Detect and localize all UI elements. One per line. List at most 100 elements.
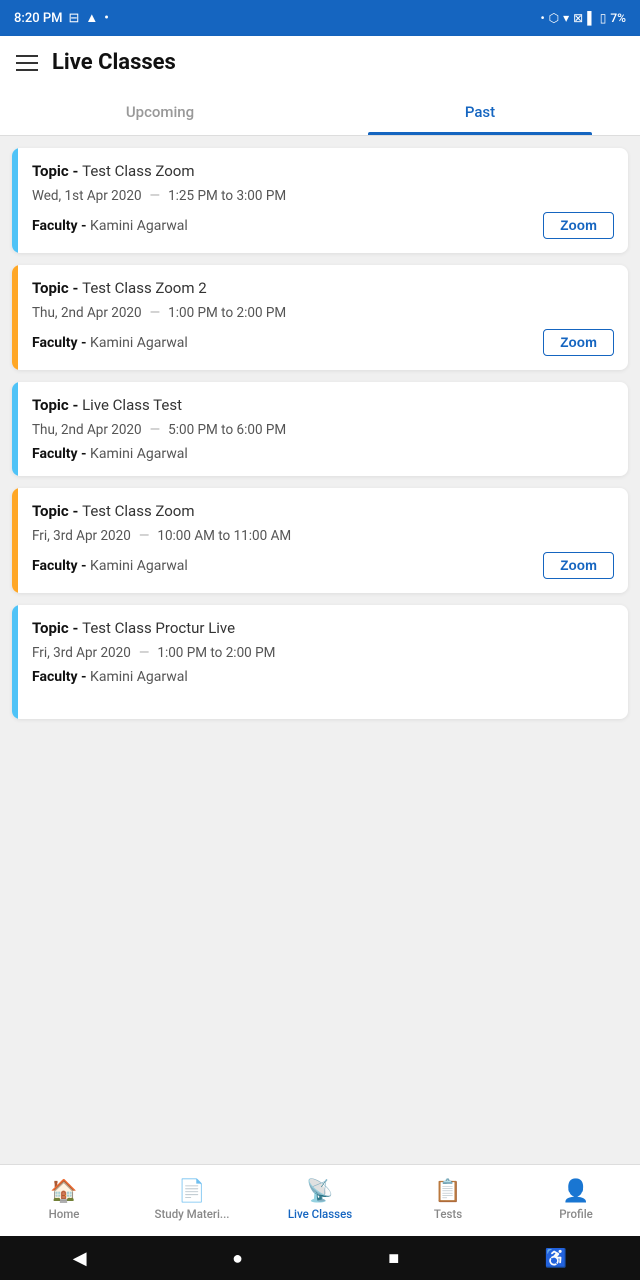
header: Live Classes — [0, 36, 640, 89]
tab-past[interactable]: Past — [320, 89, 640, 135]
topic-label: Topic - — [32, 162, 82, 180]
topic-value: Test Class Zoom — [82, 162, 194, 180]
nav-item-home[interactable]: 🏠 Home — [0, 1165, 128, 1236]
home-label: Home — [49, 1207, 80, 1221]
zoom-button[interactable]: Zoom — [543, 212, 614, 239]
live-icon: 📡 — [306, 1181, 333, 1203]
card-dash: — — [150, 422, 161, 438]
class-card-5[interactable]: Topic - Test Class Proctur Live Fri, 3rd… — [12, 605, 628, 719]
battery-percent: 7% — [610, 11, 626, 25]
battery-icon: ▯ — [600, 11, 607, 25]
home-icon: 🏠 — [50, 1181, 77, 1203]
faculty-name: Kamini Agarwal — [90, 446, 188, 462]
card-datetime: Thu, 2nd Apr 2020 — 1:00 PM to 2:00 PM — [32, 305, 614, 321]
card-datetime: Fri, 3rd Apr 2020 — 1:00 PM to 2:00 PM — [32, 645, 614, 661]
faculty-label: Faculty - — [32, 335, 90, 351]
faculty-name: Kamini Agarwal — [90, 335, 188, 351]
card-topic: Topic - Test Class Zoom — [32, 502, 614, 520]
card-body: Topic - Test Class Zoom 2 Thu, 2nd Apr 2… — [18, 265, 628, 370]
android-nav: ◀ ● ■ ♿ — [0, 1236, 640, 1280]
card-faculty-row: Faculty - Kamini Agarwal Zoom — [32, 329, 614, 356]
card-date: Wed, 1st Apr 2020 — [32, 188, 142, 204]
card-datetime: Fri, 3rd Apr 2020 — 10:00 AM to 11:00 AM — [32, 528, 614, 544]
accessibility-button[interactable]: ♿ — [545, 1248, 567, 1269]
live-label: Live Classes — [288, 1207, 352, 1221]
card-faculty: Faculty - Kamini Agarwal — [32, 335, 188, 351]
topic-value: Test Class Zoom — [82, 502, 194, 520]
signal-icon: ▌ — [587, 11, 596, 25]
status-left: 8:20 PM ⊟ ▲ • — [14, 10, 109, 26]
topic-label: Topic - — [32, 619, 82, 637]
card-body: Topic - Test Class Zoom Wed, 1st Apr 202… — [18, 148, 628, 253]
card-date: Thu, 2nd Apr 2020 — [32, 422, 142, 438]
class-card-4[interactable]: Topic - Test Class Zoom Fri, 3rd Apr 202… — [12, 488, 628, 593]
card-time: 1:00 PM to 2:00 PM — [157, 645, 275, 661]
faculty-name: Kamini Agarwal — [90, 558, 188, 574]
card-topic: Topic - Test Class Proctur Live — [32, 619, 614, 637]
nav-item-live[interactable]: 📡 Live Classes — [256, 1165, 384, 1236]
card-faculty: Faculty - Kamini Agarwal — [32, 446, 188, 462]
faculty-label: Faculty - — [32, 218, 90, 234]
card-datetime: Wed, 1st Apr 2020 — 1:25 PM to 3:00 PM — [32, 188, 614, 204]
card-date: Fri, 3rd Apr 2020 — [32, 645, 131, 661]
sim-icon: ⊟ — [69, 11, 80, 26]
study-label: Study Materi... — [155, 1207, 230, 1221]
class-list: Topic - Test Class Zoom Wed, 1st Apr 202… — [0, 136, 640, 1164]
card-dash: — — [150, 305, 161, 321]
bottom-nav: 🏠 Home 📄 Study Materi... 📡 Live Classes … — [0, 1164, 640, 1236]
card-time: 5:00 PM to 6:00 PM — [168, 422, 286, 438]
dot-icon: • — [104, 11, 109, 26]
recent-button[interactable]: ■ — [388, 1248, 399, 1269]
card-datetime: Thu, 2nd Apr 2020 — 5:00 PM to 6:00 PM — [32, 422, 614, 438]
faculty-name: Kamini Agarwal — [90, 669, 188, 685]
status-time: 8:20 PM — [14, 11, 63, 26]
card-body: Topic - Test Class Zoom Fri, 3rd Apr 202… — [18, 488, 628, 593]
tests-icon: 📋 — [434, 1181, 461, 1203]
topic-value: Test Class Proctur Live — [82, 619, 235, 637]
class-card-2[interactable]: Topic - Test Class Zoom 2 Thu, 2nd Apr 2… — [12, 265, 628, 370]
card-faculty-row: Faculty - Kamini Agarwal — [32, 669, 614, 685]
card-date: Fri, 3rd Apr 2020 — [32, 528, 131, 544]
zoom-button[interactable]: Zoom — [543, 329, 614, 356]
card-date: Thu, 2nd Apr 2020 — [32, 305, 142, 321]
status-right: • ⬡ ▾ ⊠ ▌ ▯ 7% — [540, 11, 626, 25]
nav-item-tests[interactable]: 📋 Tests — [384, 1165, 512, 1236]
nav-item-study[interactable]: 📄 Study Materi... — [128, 1165, 256, 1236]
card-time: 10:00 AM to 11:00 AM — [157, 528, 291, 544]
card-time: 1:25 PM to 3:00 PM — [168, 188, 286, 204]
home-button[interactable]: ● — [232, 1248, 243, 1269]
topic-value: Live Class Test — [82, 396, 182, 414]
faculty-label: Faculty - — [32, 558, 90, 574]
study-icon: 📄 — [178, 1181, 205, 1203]
card-body: Topic - Live Class Test Thu, 2nd Apr 202… — [18, 382, 628, 476]
profile-label: Profile — [559, 1207, 593, 1221]
class-card-3[interactable]: Topic - Live Class Test Thu, 2nd Apr 202… — [12, 382, 628, 476]
tab-bar: Upcoming Past — [0, 89, 640, 136]
page-title: Live Classes — [52, 50, 176, 75]
zoom-button[interactable]: Zoom — [543, 552, 614, 579]
card-topic: Topic - Live Class Test — [32, 396, 614, 414]
card-faculty: Faculty - Kamini Agarwal — [32, 558, 188, 574]
back-button[interactable]: ◀ — [73, 1248, 87, 1269]
location-icon: ⬡ — [549, 11, 559, 25]
nav-item-profile[interactable]: 👤 Profile — [512, 1165, 640, 1236]
tab-upcoming[interactable]: Upcoming — [0, 89, 320, 135]
wifi-icon: ▾ — [563, 11, 569, 25]
signal-dot: • — [540, 11, 544, 25]
card-faculty: Faculty - Kamini Agarwal — [32, 669, 188, 685]
class-card-1[interactable]: Topic - Test Class Zoom Wed, 1st Apr 202… — [12, 148, 628, 253]
topic-label: Topic - — [32, 396, 82, 414]
card-dash: — — [150, 188, 161, 204]
profile-icon: 👤 — [562, 1181, 589, 1203]
card-topic: Topic - Test Class Zoom 2 — [32, 279, 614, 297]
card-faculty-row: Faculty - Kamini Agarwal — [32, 446, 614, 462]
tests-label: Tests — [434, 1207, 462, 1221]
menu-button[interactable] — [16, 55, 38, 71]
card-topic: Topic - Test Class Zoom — [32, 162, 614, 180]
card-time: 1:00 PM to 2:00 PM — [168, 305, 286, 321]
card-dash: — — [139, 645, 150, 661]
topic-label: Topic - — [32, 502, 82, 520]
faculty-label: Faculty - — [32, 446, 90, 462]
network-icon: ⊠ — [573, 11, 583, 25]
cloud-icon: ▲ — [85, 10, 98, 26]
